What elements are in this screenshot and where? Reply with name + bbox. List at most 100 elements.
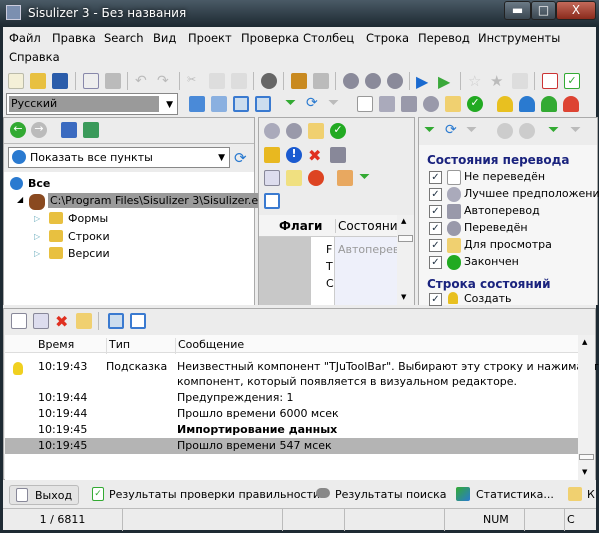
- windows-icon[interactable]: [108, 313, 124, 329]
- grid-scrollbar[interactable]: ▲ ▼: [397, 215, 414, 305]
- state-checkbox[interactable]: ✓: [429, 222, 442, 235]
- tree-item-versions[interactable]: Версии: [68, 247, 110, 260]
- redo-icon[interactable]: ↷: [157, 73, 173, 89]
- menu-check[interactable]: Проверка: [241, 31, 299, 45]
- maximize-button[interactable]: □: [531, 1, 556, 20]
- add-filter-icon[interactable]: ⏷: [548, 122, 564, 138]
- undo-icon[interactable]: ↶: [135, 73, 151, 89]
- tab-search-results[interactable]: Результаты поиска: [316, 485, 447, 505]
- lock-icon[interactable]: [264, 147, 280, 163]
- filter-off-icon[interactable]: ⏷: [328, 95, 344, 111]
- review-icon[interactable]: [445, 96, 461, 112]
- grid-cell[interactable]: T: [326, 260, 333, 273]
- build-icon[interactable]: ▶: [416, 72, 432, 91]
- layout-grid-icon[interactable]: [189, 96, 205, 112]
- menu-tools[interactable]: Инструменты: [478, 31, 560, 45]
- print-icon[interactable]: [330, 147, 346, 163]
- check-circle-icon[interactable]: ✓: [330, 123, 346, 139]
- paste-icon[interactable]: [231, 73, 247, 89]
- forward-icon[interactable]: →: [31, 122, 47, 138]
- menu-view[interactable]: Вид: [153, 31, 176, 45]
- tree-root[interactable]: Все: [28, 177, 50, 190]
- log-row[interactable]: 10:19:44 Прошло времени 6000 мсек: [5, 406, 578, 422]
- log-row[interactable]: 10:19:45 Прошло времени 547 мсек: [5, 438, 578, 454]
- scan-all-icon[interactable]: [387, 73, 403, 89]
- blue-pin-icon[interactable]: [519, 96, 535, 112]
- complete-icon[interactable]: ✓: [467, 96, 483, 112]
- delete-icon[interactable]: ✖: [55, 312, 71, 331]
- header-time[interactable]: Время: [38, 338, 74, 351]
- database-icon[interactable]: [61, 122, 77, 138]
- state-checkbox[interactable]: ✓: [429, 171, 442, 184]
- state-checkbox[interactable]: ✓: [429, 205, 442, 218]
- star-filled-icon[interactable]: ★: [490, 72, 506, 90]
- best-guess-icon[interactable]: [379, 96, 395, 112]
- menu-search[interactable]: Search: [104, 31, 144, 45]
- state-label[interactable]: Для просмотра: [464, 238, 552, 251]
- stop-icon[interactable]: [308, 170, 324, 186]
- refresh-icon[interactable]: ⟳: [306, 95, 322, 111]
- columns-icon[interactable]: [337, 170, 353, 186]
- edit-icon[interactable]: [264, 170, 280, 186]
- close-button[interactable]: X: [556, 1, 596, 20]
- tree-filter-select[interactable]: Показать все пункты ▼: [8, 147, 230, 168]
- column-state[interactable]: Состояние: [335, 219, 397, 233]
- log-row[interactable]: 10:19:44 Предупреждения: 1: [5, 390, 578, 406]
- grid-cell[interactable]: C: [326, 277, 334, 290]
- filter-icon[interactable]: ⏷: [285, 95, 301, 111]
- header-message[interactable]: Сообщение: [175, 338, 244, 354]
- state-checkbox[interactable]: ✓: [429, 188, 442, 201]
- box-icon[interactable]: [105, 73, 121, 89]
- run-icon[interactable]: ▶: [438, 72, 454, 91]
- log-scrollbar[interactable]: ▲ ▼: [578, 335, 595, 480]
- menu-edit[interactable]: Правка: [52, 31, 96, 45]
- row-state-label[interactable]: Создать: [464, 292, 512, 305]
- log-row[interactable]: 10:19:45 Импортирование данных: [5, 422, 578, 438]
- cut-icon[interactable]: ✂: [187, 73, 203, 89]
- layout-vertical-icon[interactable]: [255, 96, 271, 112]
- expand-icon[interactable]: ▷: [34, 232, 40, 241]
- filter-off-icon[interactable]: ⏷: [466, 122, 482, 138]
- previous-icon[interactable]: [497, 123, 513, 139]
- state-checkbox[interactable]: ✓: [429, 239, 442, 252]
- remove-source-icon[interactable]: [313, 73, 329, 89]
- window-check-icon[interactable]: [130, 313, 146, 329]
- menu-translate[interactable]: Перевод: [418, 31, 470, 45]
- note-icon[interactable]: [76, 313, 92, 329]
- collapse-icon[interactable]: ◢: [17, 195, 23, 204]
- refresh-icon[interactable]: ⟳: [445, 122, 461, 138]
- refresh-icon[interactable]: ⟳: [234, 149, 250, 167]
- gear-icon[interactable]: [286, 123, 302, 139]
- scan-run-icon[interactable]: [365, 73, 381, 89]
- state-label[interactable]: Лучшее предположение: [464, 187, 599, 200]
- minimize-button[interactable]: ▬: [504, 1, 531, 20]
- state-label[interactable]: Переведён: [464, 221, 528, 234]
- layout-form-icon[interactable]: [211, 96, 227, 112]
- tree-file[interactable]: C:\Program Files\Sisulizer 3\Sisulizer.e…: [48, 193, 273, 208]
- log-row[interactable]: 10:19:43 Подсказка Неизвестный компонент "…: [5, 359, 599, 391]
- back-icon[interactable]: ←: [10, 122, 26, 138]
- filter-icon[interactable]: ⏷: [424, 122, 440, 138]
- scan-icon[interactable]: [343, 73, 359, 89]
- tab-statistics[interactable]: Статистика...: [456, 485, 556, 505]
- best-guess-icon[interactable]: [264, 123, 280, 139]
- menu-help[interactable]: Справка: [9, 50, 60, 64]
- state-label[interactable]: Автоперевод: [464, 204, 540, 217]
- tab-notes[interactable]: К: [568, 485, 596, 505]
- info-icon[interactable]: !: [286, 147, 302, 163]
- not-translated-icon[interactable]: [357, 96, 373, 112]
- new-project-icon[interactable]: [8, 73, 24, 89]
- review-icon[interactable]: [308, 123, 324, 139]
- save-icon[interactable]: [52, 73, 68, 89]
- star-icon[interactable]: ☆: [468, 72, 484, 90]
- open-icon[interactable]: [30, 73, 46, 89]
- document-icon[interactable]: [11, 313, 27, 329]
- tree-item-forms[interactable]: Формы: [68, 212, 108, 225]
- filter-icon[interactable]: ⏷: [359, 169, 375, 185]
- validate-icon[interactable]: ✓: [564, 73, 580, 89]
- state-checkbox[interactable]: ✓: [429, 256, 442, 269]
- copy-icon[interactable]: [33, 313, 49, 329]
- report-icon[interactable]: [542, 73, 558, 89]
- puzzle-icon[interactable]: [83, 122, 99, 138]
- expand-icon[interactable]: ▷: [34, 249, 40, 258]
